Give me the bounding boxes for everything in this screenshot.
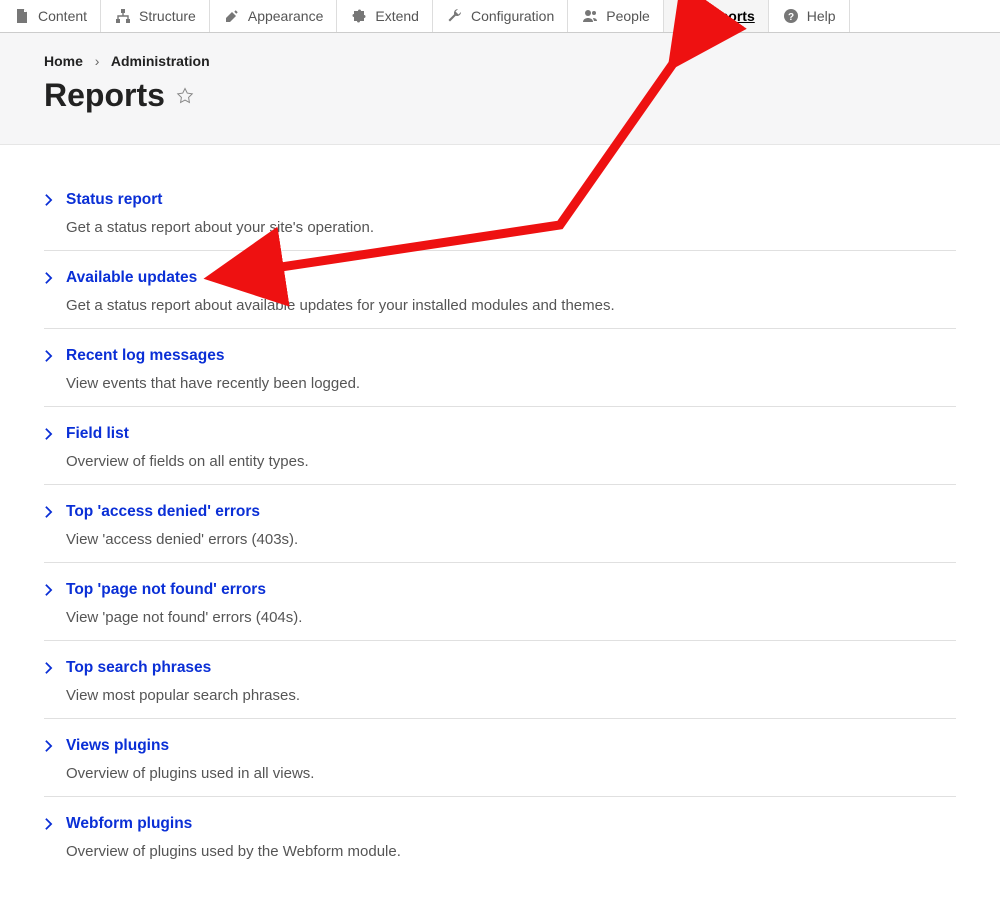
toolbar-content[interactable]: Content <box>0 0 101 32</box>
report-field-list: Field list Overview of fields on all ent… <box>44 407 956 485</box>
toolbar-help[interactable]: ? Help <box>769 0 850 32</box>
chevron-right-icon <box>44 193 58 207</box>
report-link[interactable]: Status report <box>66 191 162 209</box>
help-icon: ? <box>782 7 800 25</box>
toolbar-label: Structure <box>139 8 196 24</box>
file-icon <box>13 7 31 25</box>
report-access-denied: Top 'access denied' errors View 'access … <box>44 485 956 563</box>
report-link[interactable]: Top 'page not found' errors <box>66 581 266 599</box>
chevron-right-icon: › <box>95 53 100 69</box>
report-recent-log: Recent log messages View events that hav… <box>44 329 956 407</box>
toolbar-structure[interactable]: Structure <box>101 0 210 32</box>
paint-icon <box>223 7 241 25</box>
toolbar-label: Extend <box>375 8 419 24</box>
report-desc: Get a status report about your site's op… <box>66 219 956 236</box>
hierarchy-icon <box>114 7 132 25</box>
chevron-right-icon <box>44 271 58 285</box>
toolbar-reports[interactable]: Reports <box>664 0 769 32</box>
report-link[interactable]: Top search phrases <box>66 659 211 677</box>
toolbar-extend[interactable]: Extend <box>337 0 433 32</box>
chevron-right-icon <box>44 817 58 831</box>
page-title: Reports <box>44 77 165 114</box>
toolbar-label: People <box>606 8 650 24</box>
svg-text:?: ? <box>788 12 794 23</box>
report-link[interactable]: Top 'access denied' errors <box>66 503 260 521</box>
admin-toolbar: Content Structure Appearance Extend Conf… <box>0 0 1000 33</box>
chevron-right-icon <box>44 661 58 675</box>
chevron-right-icon <box>44 739 58 753</box>
report-desc: Overview of fields on all entity types. <box>66 453 956 470</box>
report-page-not-found: Top 'page not found' errors View 'page n… <box>44 563 956 641</box>
toolbar-label: Help <box>807 8 836 24</box>
report-desc: Get a status report about available upda… <box>66 297 956 314</box>
report-status: Status report Get a status report about … <box>44 173 956 251</box>
chevron-right-icon <box>44 349 58 363</box>
wrench-icon <box>446 7 464 25</box>
chevron-right-icon <box>44 583 58 597</box>
breadcrumb-admin[interactable]: Administration <box>111 53 210 69</box>
report-desc: View most popular search phrases. <box>66 687 956 704</box>
chevron-right-icon <box>44 427 58 441</box>
toolbar-label: Content <box>38 8 87 24</box>
report-desc: View events that have recently been logg… <box>66 375 956 392</box>
people-icon <box>581 7 599 25</box>
toolbar-appearance[interactable]: Appearance <box>210 0 338 32</box>
report-desc: Overview of plugins used in all views. <box>66 765 956 782</box>
report-link[interactable]: Views plugins <box>66 737 169 755</box>
report-desc: View 'access denied' errors (403s). <box>66 531 956 548</box>
report-views-plugins: Views plugins Overview of plugins used i… <box>44 719 956 797</box>
report-link[interactable]: Field list <box>66 425 129 443</box>
report-link[interactable]: Recent log messages <box>66 347 225 365</box>
reports-list: Status report Get a status report about … <box>0 145 1000 904</box>
puzzle-icon <box>350 7 368 25</box>
breadcrumb-home[interactable]: Home <box>44 53 83 69</box>
favorite-star-button[interactable] <box>175 86 195 106</box>
toolbar-label: Configuration <box>471 8 554 24</box>
report-desc: Overview of plugins used by the Webform … <box>66 843 956 860</box>
report-webform-plugins: Webform plugins Overview of plugins used… <box>44 797 956 874</box>
report-link[interactable]: Webform plugins <box>66 815 192 833</box>
toolbar-people[interactable]: People <box>568 0 664 32</box>
report-available-updates: Available updates Get a status report ab… <box>44 251 956 329</box>
breadcrumb: Home › Administration <box>44 53 956 69</box>
report-desc: View 'page not found' errors (404s). <box>66 609 956 626</box>
toolbar-label: Reports <box>702 8 755 24</box>
report-link[interactable]: Available updates <box>66 269 197 287</box>
toolbar-label: Appearance <box>248 8 324 24</box>
chevron-right-icon <box>44 505 58 519</box>
page-header: Home › Administration Reports <box>0 33 1000 145</box>
toolbar-configuration[interactable]: Configuration <box>433 0 568 32</box>
report-top-search: Top search phrases View most popular sea… <box>44 641 956 719</box>
bar-chart-icon <box>677 7 695 25</box>
